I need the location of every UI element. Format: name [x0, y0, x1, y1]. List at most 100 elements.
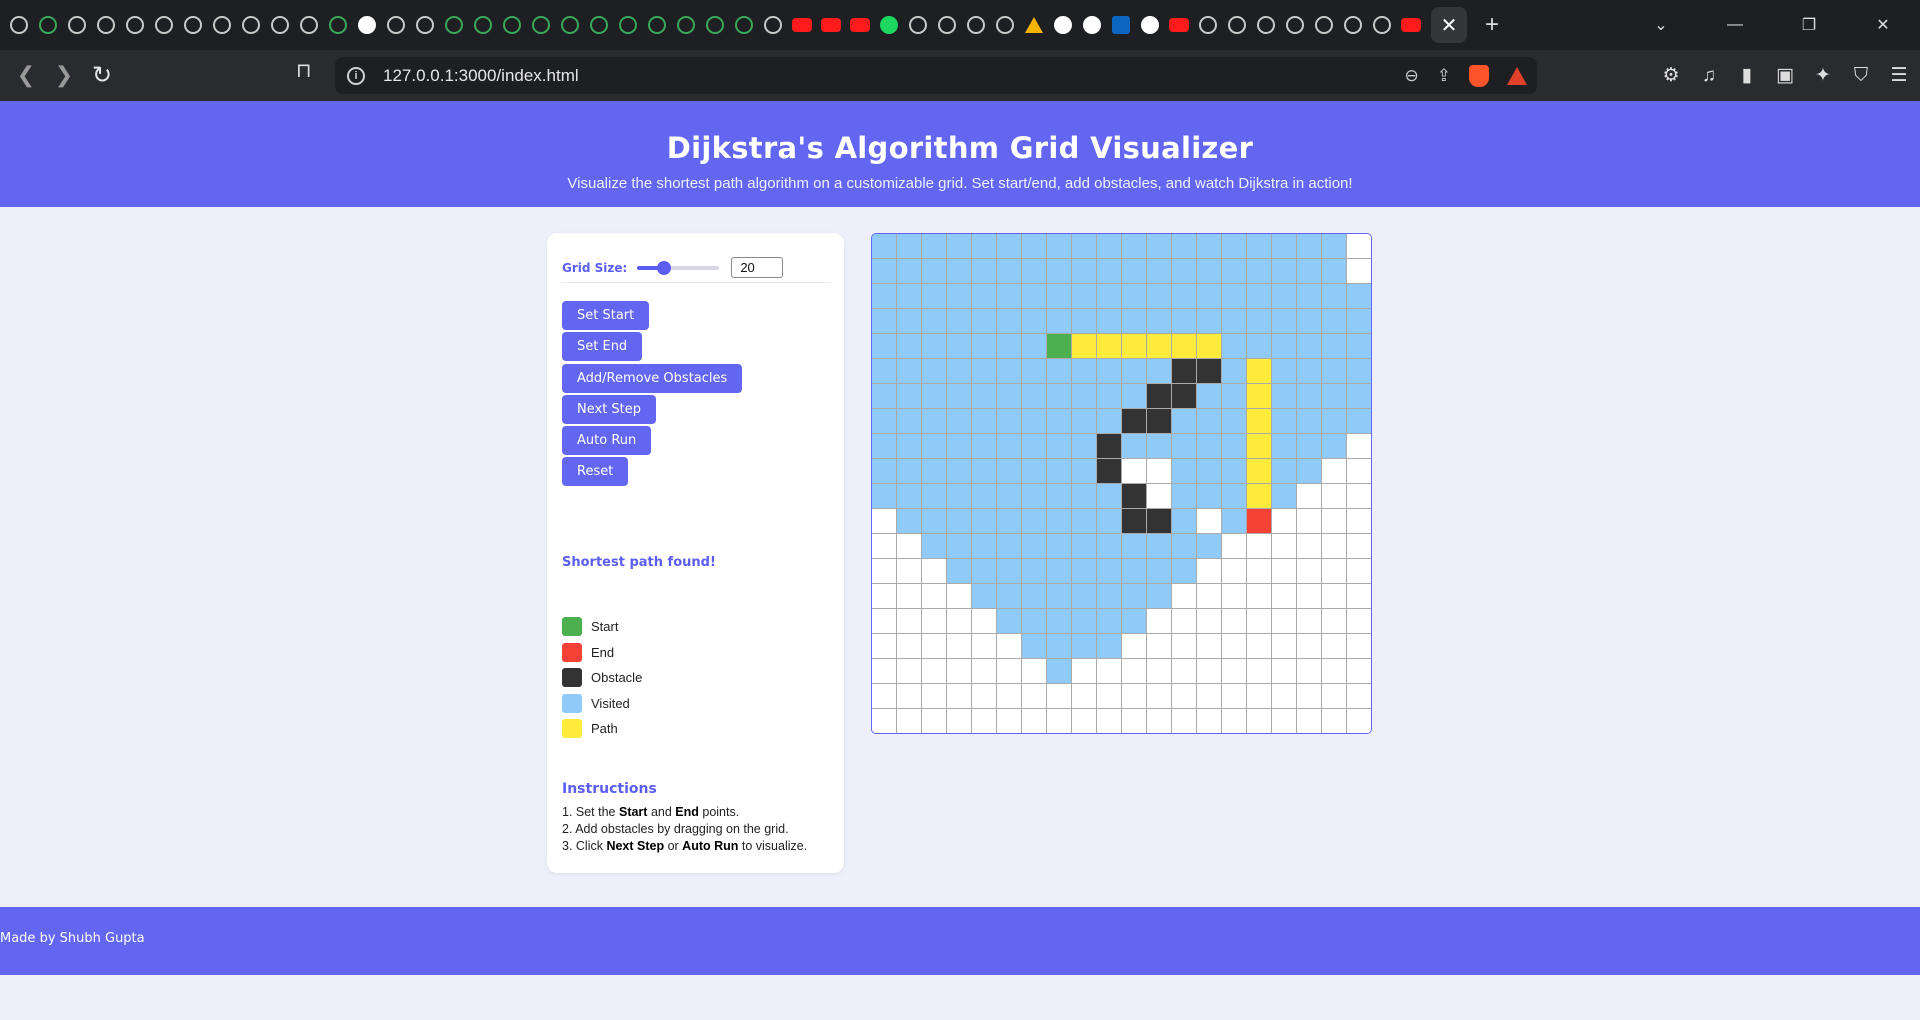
- grid-cell-visited[interactable]: [1022, 634, 1046, 658]
- grid-cell-visited[interactable]: [997, 259, 1021, 283]
- grid-cell-visited[interactable]: [1172, 309, 1196, 333]
- grid-cell-visited[interactable]: [997, 534, 1021, 558]
- browser-tab[interactable]: [1077, 11, 1106, 40]
- grid-cell-obstacle[interactable]: [1122, 484, 1146, 508]
- grid-cell-unvisited[interactable]: [1322, 659, 1346, 683]
- grid-cell-unvisited[interactable]: [1022, 709, 1046, 733]
- grid-cell-unvisited[interactable]: [1297, 509, 1321, 533]
- grid-cell-unvisited[interactable]: [997, 634, 1021, 658]
- grid-cell-visited[interactable]: [1222, 484, 1246, 508]
- grid-cell-visited[interactable]: [1072, 559, 1096, 583]
- browser-tab[interactable]: [120, 11, 149, 40]
- add-remove-obstacles-button[interactable]: Add/Remove Obstacles: [562, 364, 743, 393]
- grid-cell-visited[interactable]: [1047, 309, 1071, 333]
- grid-cell-visited[interactable]: [1272, 459, 1296, 483]
- grid-cell-visited[interactable]: [1072, 609, 1096, 633]
- grid-cell-visited[interactable]: [1097, 384, 1121, 408]
- grid-cell-visited[interactable]: [1022, 409, 1046, 433]
- browser-tab[interactable]: [816, 11, 845, 40]
- address-bar[interactable]: i 127.0.0.1:3000/index.html ⊖ ⇪: [335, 57, 1537, 94]
- grid-cell-unvisited[interactable]: [1122, 659, 1146, 683]
- grid-cell-unvisited[interactable]: [1272, 534, 1296, 558]
- grid-cell-unvisited[interactable]: [1222, 634, 1246, 658]
- grid-cell-unvisited[interactable]: [1197, 659, 1221, 683]
- browser-tab[interactable]: [903, 11, 932, 40]
- grid-cell-visited[interactable]: [997, 284, 1021, 308]
- browser-tab[interactable]: [1135, 11, 1164, 40]
- grid-cell-visited[interactable]: [947, 384, 971, 408]
- grid-cell-unvisited[interactable]: [897, 559, 921, 583]
- grid-cell-visited[interactable]: [997, 484, 1021, 508]
- grid-cell-unvisited[interactable]: [1222, 584, 1246, 608]
- grid-cell-unvisited[interactable]: [1172, 684, 1196, 708]
- grid-cell-visited[interactable]: [1147, 259, 1171, 283]
- grid-cell-unvisited[interactable]: [1347, 484, 1371, 508]
- grid-cell-path[interactable]: [1247, 484, 1271, 508]
- grid-cell-visited[interactable]: [1047, 259, 1071, 283]
- grid-cell-visited[interactable]: [1172, 284, 1196, 308]
- grid-cell-path[interactable]: [1247, 459, 1271, 483]
- grid-cell-visited[interactable]: [922, 384, 946, 408]
- slider-knob[interactable]: [657, 260, 672, 275]
- grid-cell-visited[interactable]: [1047, 659, 1071, 683]
- grid-cell-obstacle[interactable]: [1122, 509, 1146, 533]
- grid-cell-unvisited[interactable]: [872, 509, 896, 533]
- grid-cell-unvisited[interactable]: [1222, 559, 1246, 583]
- grid-cell-visited[interactable]: [947, 559, 971, 583]
- site-info-icon[interactable]: i: [347, 66, 365, 85]
- grid-cell-visited[interactable]: [1122, 284, 1146, 308]
- grid-cell-visited[interactable]: [947, 234, 971, 258]
- grid-cell-unvisited[interactable]: [1272, 634, 1296, 658]
- grid-cell-unvisited[interactable]: [922, 684, 946, 708]
- browser-tab[interactable]: [845, 11, 874, 40]
- grid-cell-visited[interactable]: [1097, 359, 1121, 383]
- sidebar-icon[interactable]: ▮: [1736, 64, 1758, 87]
- grid-cell-visited[interactable]: [922, 509, 946, 533]
- grid-cell-visited[interactable]: [1047, 484, 1071, 508]
- grid-cell-visited[interactable]: [1347, 359, 1371, 383]
- grid-cell-unvisited[interactable]: [922, 559, 946, 583]
- grid-cell-unvisited[interactable]: [872, 609, 896, 633]
- grid-cell-visited[interactable]: [1072, 634, 1096, 658]
- grid-cell-visited[interactable]: [1247, 284, 1271, 308]
- browser-tab[interactable]: [1106, 11, 1135, 40]
- grid-cell-visited[interactable]: [1297, 309, 1321, 333]
- grid-cell-visited[interactable]: [1072, 459, 1096, 483]
- grid-cell-unvisited[interactable]: [1172, 609, 1196, 633]
- grid-cell-unvisited[interactable]: [947, 584, 971, 608]
- grid-cell-visited[interactable]: [1247, 334, 1271, 358]
- grid-cell-unvisited[interactable]: [1247, 584, 1271, 608]
- grid-cell-visited[interactable]: [1272, 284, 1296, 308]
- grid-cell-unvisited[interactable]: [1347, 509, 1371, 533]
- grid-cell-start[interactable]: [1047, 334, 1071, 358]
- grid-cell-visited[interactable]: [1272, 384, 1296, 408]
- grid[interactable]: [872, 234, 1371, 733]
- grid-cell-visited[interactable]: [872, 434, 896, 458]
- grid-cell-visited[interactable]: [947, 284, 971, 308]
- grid-cell-visited[interactable]: [1172, 484, 1196, 508]
- browser-tab[interactable]: [1338, 11, 1367, 40]
- grid-cell-visited[interactable]: [1022, 309, 1046, 333]
- brave-rewards-icon[interactable]: [1507, 66, 1527, 85]
- grid-cell-unvisited[interactable]: [1272, 559, 1296, 583]
- grid-cell-unvisited[interactable]: [1122, 709, 1146, 733]
- grid-cell-visited[interactable]: [972, 509, 996, 533]
- grid-cell-unvisited[interactable]: [897, 659, 921, 683]
- grid-cell-visited[interactable]: [997, 359, 1021, 383]
- grid-cell-visited[interactable]: [1022, 534, 1046, 558]
- grid-cell-visited[interactable]: [1022, 509, 1046, 533]
- close-window-icon[interactable]: ✕: [1846, 15, 1920, 35]
- grid-cell-unvisited[interactable]: [922, 634, 946, 658]
- grid-cell-path[interactable]: [1247, 384, 1271, 408]
- grid-cell-unvisited[interactable]: [1272, 659, 1296, 683]
- browser-tab[interactable]: [468, 11, 497, 40]
- browser-tab[interactable]: [1367, 11, 1396, 40]
- grid-cell-visited[interactable]: [1072, 484, 1096, 508]
- grid-cell-visited[interactable]: [1022, 259, 1046, 283]
- grid-cell-visited[interactable]: [1272, 334, 1296, 358]
- grid-cell-visited[interactable]: [1147, 534, 1171, 558]
- grid-cell-visited[interactable]: [1322, 434, 1346, 458]
- browser-tab[interactable]: [526, 11, 555, 40]
- grid-cell-visited[interactable]: [1022, 284, 1046, 308]
- grid-cell-visited[interactable]: [1122, 359, 1146, 383]
